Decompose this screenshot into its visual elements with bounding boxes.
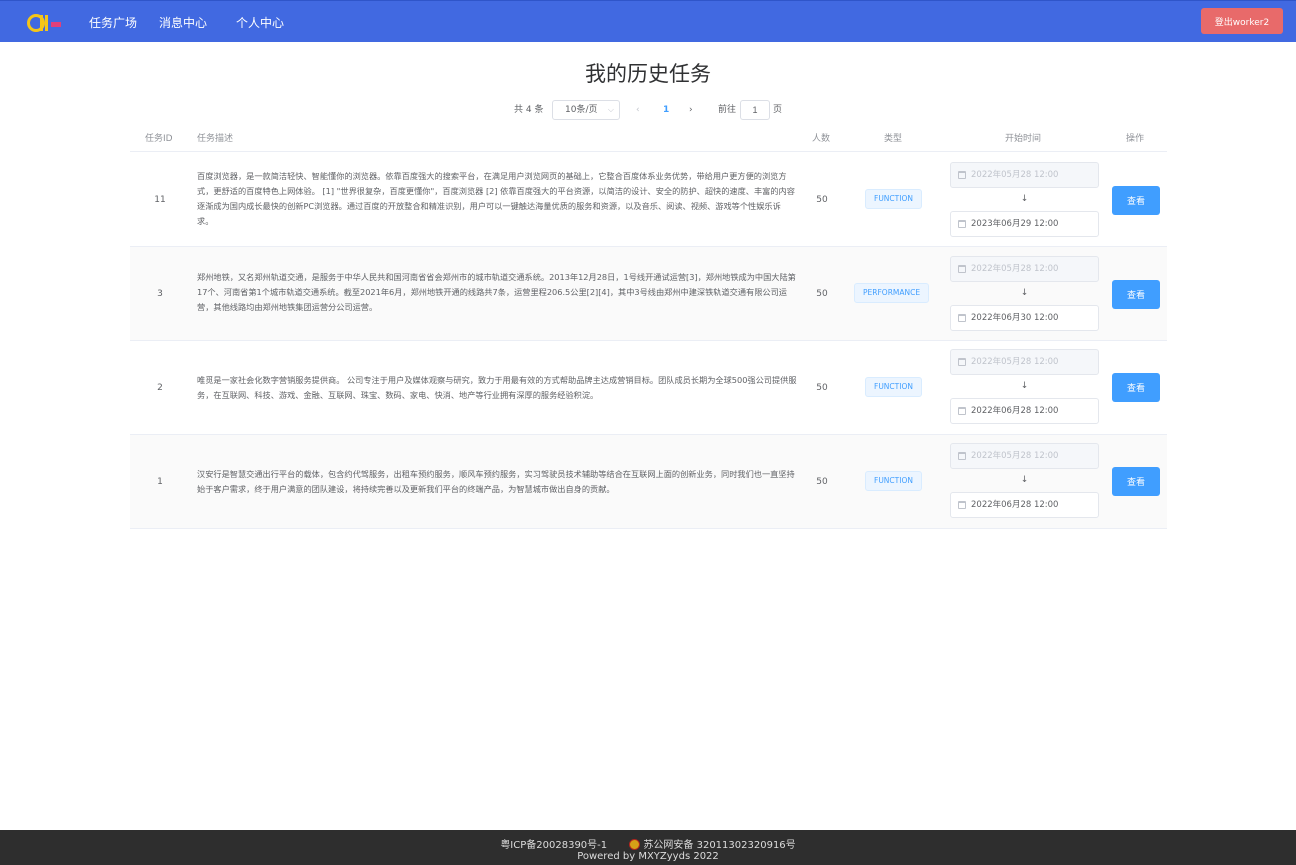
end-date-value: 2023年06月29 12:00	[971, 219, 1059, 229]
task-id: 2	[157, 383, 163, 393]
chevron-down-icon: ⌵	[607, 105, 614, 114]
icp-link[interactable]: 粤ICP备20028390号-1	[500, 840, 607, 851]
calendar-icon	[958, 358, 966, 366]
calendar-icon	[958, 220, 966, 228]
view-button[interactable]: 查看	[1112, 280, 1160, 309]
arrow-down-icon: ↓	[1020, 194, 1029, 204]
calendar-icon	[958, 407, 966, 415]
calendar-icon	[958, 452, 966, 460]
pagination-total: 共 4 条	[514, 105, 544, 115]
nav-message-center[interactable]: 消息中心	[159, 14, 207, 31]
page-title: 我的历史任务	[585, 62, 711, 86]
end-date-field[interactable]: 2022年06月28 12:00	[950, 492, 1099, 518]
page-size-value: 10条/页	[565, 105, 598, 115]
end-date-field[interactable]: 2023年06月29 12:00	[950, 211, 1099, 237]
task-count: 50	[816, 383, 828, 393]
page-size-select[interactable]: 10条/页 ⌵	[552, 100, 620, 120]
start-date-value: 2022年05月28 12:00	[971, 170, 1059, 180]
start-date-value: 2022年05月28 12:00	[971, 264, 1059, 274]
powered-by: Powered by MXYZyyds 2022	[577, 851, 719, 862]
start-date-field: 2022年05月28 12:00	[950, 162, 1099, 188]
column-count: 人数	[812, 134, 831, 144]
column-task-id: 任务ID	[145, 134, 173, 144]
start-date-value: 2022年05月28 12:00	[971, 357, 1059, 367]
end-date-field[interactable]: 2022年06月30 12:00	[950, 305, 1099, 331]
start-date-field: 2022年05月28 12:00	[950, 443, 1099, 469]
column-task-desc: 任务描述	[197, 134, 234, 144]
nav-personal-center[interactable]: 个人中心	[236, 14, 284, 31]
type-tag: FUNCTION	[865, 471, 922, 491]
task-description: 唯觅是一家社会化数字营销服务提供商。 公司专注于用户及媒体观察与研究，致力于用最…	[197, 375, 797, 400]
task-id: 11	[154, 195, 166, 205]
table-header: 任务ID 任务描述 人数 类型 开始时间 操作	[130, 122, 1167, 152]
arrow-down-icon: ↓	[1020, 381, 1029, 391]
police-record-link[interactable]: 苏公网安备 32011302320916号	[643, 840, 795, 851]
task-id: 3	[157, 289, 163, 299]
calendar-icon	[958, 265, 966, 273]
task-count: 50	[816, 477, 828, 487]
start-date-field: 2022年05月28 12:00	[950, 256, 1099, 282]
column-action: 操作	[1126, 134, 1145, 144]
calendar-icon	[958, 501, 966, 509]
table-row: 1 汉安行是智慧交通出行平台的载体，包含约代驾服务，出租车预约服务，顺风车预约服…	[130, 435, 1167, 529]
footer: 粤ICP备20028390号-1 苏公网安备 32011302320916号 P…	[0, 830, 1296, 865]
view-button[interactable]: 查看	[1112, 467, 1160, 496]
goto-page-input[interactable]	[740, 100, 770, 120]
view-button[interactable]: 查看	[1112, 186, 1160, 215]
table-row: 2 唯觅是一家社会化数字营销服务提供商。 公司专注于用户及媒体观察与研究，致力于…	[130, 341, 1167, 435]
top-navbar: 任务广场 消息中心 个人中心 登出worker2	[0, 0, 1296, 42]
end-date-value: 2022年06月28 12:00	[971, 500, 1059, 510]
goto-label: 前往	[718, 105, 737, 115]
calendar-icon	[958, 171, 966, 179]
nav-task-square[interactable]: 任务广场	[89, 14, 137, 31]
page-number-1[interactable]: 1	[663, 100, 669, 120]
column-type: 类型	[884, 134, 903, 144]
end-date-field[interactable]: 2022年06月28 12:00	[950, 398, 1099, 424]
chevron-left-icon[interactable]: ‹	[636, 100, 640, 120]
end-date-value: 2022年06月28 12:00	[971, 406, 1059, 416]
type-tag: FUNCTION	[865, 189, 922, 209]
task-id: 1	[157, 477, 163, 487]
logo-icon[interactable]	[27, 12, 63, 34]
page-suffix: 页	[773, 105, 783, 115]
start-date-value: 2022年05月28 12:00	[971, 451, 1059, 461]
view-button[interactable]: 查看	[1112, 373, 1160, 402]
task-description: 百度浏览器，是一款简洁轻快、智能懂你的浏览器。依靠百度强大的搜索平台，在满足用户…	[197, 171, 795, 226]
table-row: 11 百度浏览器，是一款简洁轻快、智能懂你的浏览器。依靠百度强大的搜索平台，在满…	[130, 153, 1167, 247]
type-tag: FUNCTION	[865, 377, 922, 397]
logout-button[interactable]: 登出worker2	[1201, 8, 1283, 34]
calendar-icon	[958, 314, 966, 322]
type-tag: PERFORMANCE	[854, 283, 930, 303]
start-date-field: 2022年05月28 12:00	[950, 349, 1099, 375]
task-description: 郑州地铁，又名郑州轨道交通，是服务于中华人民共和国河南省省会郑州市的城市轨道交通…	[197, 272, 796, 312]
footer-record-line: 粤ICP备20028390号-1 苏公网安备 32011302320916号	[0, 836, 1296, 851]
task-description: 汉安行是智慧交通出行平台的载体，包含约代驾服务，出租车预约服务，顺风车预约服务，…	[197, 469, 795, 494]
task-count: 50	[816, 195, 828, 205]
table-row: 3 郑州地铁，又名郑州轨道交通，是服务于中华人民共和国河南省省会郑州市的城市轨道…	[130, 247, 1167, 341]
chevron-right-icon[interactable]: ›	[689, 100, 693, 120]
column-start-time: 开始时间	[1005, 134, 1042, 144]
arrow-down-icon: ↓	[1020, 288, 1029, 298]
end-date-value: 2022年06月30 12:00	[971, 313, 1059, 323]
task-count: 50	[816, 289, 828, 299]
police-badge-icon	[629, 839, 641, 850]
arrow-down-icon: ↓	[1020, 475, 1029, 485]
